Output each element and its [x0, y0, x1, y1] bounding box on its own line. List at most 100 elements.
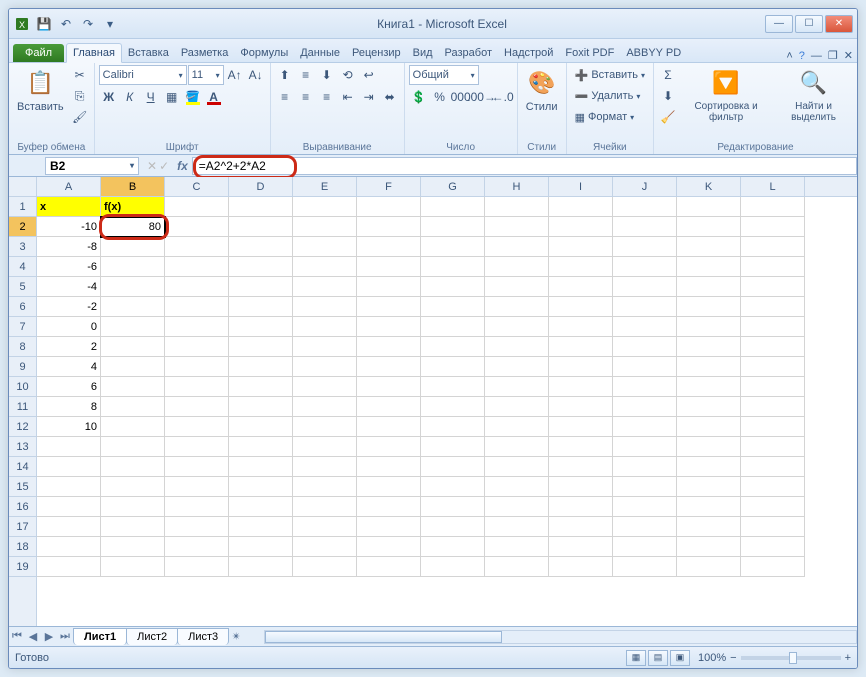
- sheet-nav-first-icon[interactable]: ⏮: [9, 630, 25, 643]
- cell-I8[interactable]: [549, 337, 613, 357]
- cell-K15[interactable]: [677, 477, 741, 497]
- cell-H10[interactable]: [485, 377, 549, 397]
- indent-decrease-icon[interactable]: ⇤: [338, 87, 358, 107]
- cell-C4[interactable]: [165, 257, 229, 277]
- cell-B17[interactable]: [101, 517, 165, 537]
- tab-layout[interactable]: Разметка: [175, 44, 235, 62]
- row-header-16[interactable]: 16: [9, 497, 36, 517]
- cell-B12[interactable]: [101, 417, 165, 437]
- cell-H7[interactable]: [485, 317, 549, 337]
- cell-I1[interactable]: [549, 197, 613, 217]
- cell-G2[interactable]: [421, 217, 485, 237]
- tab-review[interactable]: Рецензир: [346, 44, 407, 62]
- cell-D14[interactable]: [229, 457, 293, 477]
- tab-developer[interactable]: Разработ: [439, 44, 498, 62]
- cell-J5[interactable]: [613, 277, 677, 297]
- cell-G14[interactable]: [421, 457, 485, 477]
- align-middle-icon[interactable]: ≡: [296, 65, 316, 85]
- normal-view-icon[interactable]: ▦: [626, 650, 646, 666]
- row-header-1[interactable]: 1: [9, 197, 36, 217]
- copy-icon[interactable]: ⎘: [70, 86, 90, 106]
- cell-J12[interactable]: [613, 417, 677, 437]
- file-tab[interactable]: Файл: [13, 44, 64, 62]
- cell-B6[interactable]: [101, 297, 165, 317]
- cell-E17[interactable]: [293, 517, 357, 537]
- cell-A4[interactable]: -6: [37, 257, 101, 277]
- cell-D3[interactable]: [229, 237, 293, 257]
- cell-D7[interactable]: [229, 317, 293, 337]
- cell-L13[interactable]: [741, 437, 805, 457]
- row-header-3[interactable]: 3: [9, 237, 36, 257]
- align-center-icon[interactable]: ≡: [296, 87, 316, 107]
- fill-icon[interactable]: ⬇: [658, 86, 678, 106]
- tab-addins[interactable]: Надстрой: [498, 44, 559, 62]
- column-header-C[interactable]: C: [165, 177, 229, 196]
- cell-D2[interactable]: [229, 217, 293, 237]
- column-header-H[interactable]: H: [485, 177, 549, 196]
- cell-H8[interactable]: [485, 337, 549, 357]
- cell-E1[interactable]: [293, 197, 357, 217]
- find-select-button[interactable]: 🔍 Найти и выделить: [774, 65, 853, 125]
- underline-icon[interactable]: Ч: [141, 87, 161, 107]
- qat-dropdown-icon[interactable]: ▾: [101, 15, 119, 33]
- sheet-tab-3[interactable]: Лист3: [177, 628, 229, 645]
- cell-K2[interactable]: [677, 217, 741, 237]
- cell-G13[interactable]: [421, 437, 485, 457]
- bold-icon[interactable]: Ж: [99, 87, 119, 107]
- cell-F7[interactable]: [357, 317, 421, 337]
- cell-B14[interactable]: [101, 457, 165, 477]
- cell-I2[interactable]: [549, 217, 613, 237]
- cell-B1[interactable]: f(x): [101, 197, 165, 217]
- cell-L17[interactable]: [741, 517, 805, 537]
- column-header-I[interactable]: I: [549, 177, 613, 196]
- cell-H14[interactable]: [485, 457, 549, 477]
- cell-F5[interactable]: [357, 277, 421, 297]
- cell-G16[interactable]: [421, 497, 485, 517]
- cell-C17[interactable]: [165, 517, 229, 537]
- cell-C19[interactable]: [165, 557, 229, 577]
- cell-I6[interactable]: [549, 297, 613, 317]
- row-header-5[interactable]: 5: [9, 277, 36, 297]
- row-header-13[interactable]: 13: [9, 437, 36, 457]
- cell-B3[interactable]: [101, 237, 165, 257]
- sort-filter-button[interactable]: 🔽 Сортировка и фильтр: [680, 65, 772, 125]
- cell-J8[interactable]: [613, 337, 677, 357]
- cancel-formula-icon[interactable]: ✕: [147, 159, 157, 173]
- cell-G18[interactable]: [421, 537, 485, 557]
- cell-J15[interactable]: [613, 477, 677, 497]
- cell-E10[interactable]: [293, 377, 357, 397]
- cell-D1[interactable]: [229, 197, 293, 217]
- row-header-18[interactable]: 18: [9, 537, 36, 557]
- cell-J9[interactable]: [613, 357, 677, 377]
- cell-H5[interactable]: [485, 277, 549, 297]
- font-color-icon[interactable]: A: [204, 87, 224, 107]
- cell-D5[interactable]: [229, 277, 293, 297]
- cell-H19[interactable]: [485, 557, 549, 577]
- insert-cells-button[interactable]: ➕Вставить▾: [571, 65, 649, 85]
- cell-F14[interactable]: [357, 457, 421, 477]
- cell-K13[interactable]: [677, 437, 741, 457]
- cut-icon[interactable]: ✂: [70, 65, 90, 85]
- cell-C8[interactable]: [165, 337, 229, 357]
- cell-H3[interactable]: [485, 237, 549, 257]
- cell-B18[interactable]: [101, 537, 165, 557]
- cell-D15[interactable]: [229, 477, 293, 497]
- cell-K12[interactable]: [677, 417, 741, 437]
- cell-C1[interactable]: [165, 197, 229, 217]
- cell-I5[interactable]: [549, 277, 613, 297]
- cell-C10[interactable]: [165, 377, 229, 397]
- row-header-12[interactable]: 12: [9, 417, 36, 437]
- cell-L5[interactable]: [741, 277, 805, 297]
- row-header-17[interactable]: 17: [9, 517, 36, 537]
- cell-F3[interactable]: [357, 237, 421, 257]
- cell-E15[interactable]: [293, 477, 357, 497]
- align-left-icon[interactable]: ≡: [275, 87, 295, 107]
- cell-I9[interactable]: [549, 357, 613, 377]
- cell-G7[interactable]: [421, 317, 485, 337]
- cell-B2[interactable]: 80: [101, 217, 165, 237]
- excel-icon[interactable]: X: [13, 15, 31, 33]
- column-header-E[interactable]: E: [293, 177, 357, 196]
- cell-K16[interactable]: [677, 497, 741, 517]
- cell-A5[interactable]: -4: [37, 277, 101, 297]
- cell-F2[interactable]: [357, 217, 421, 237]
